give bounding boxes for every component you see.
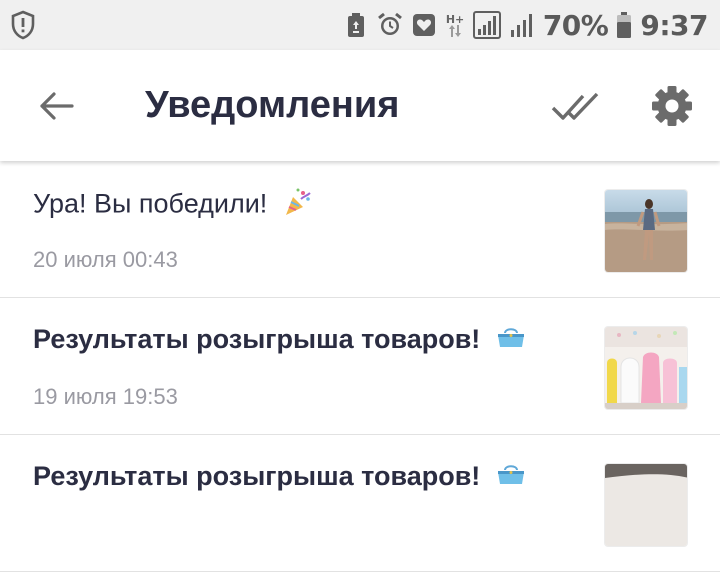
notification-list: Ура! Вы победили! 20 июля 00:43 Результа… [0,161,720,572]
battery-percent: 70% [542,8,609,42]
clock: 9:37 [640,8,708,42]
data-arrows-icon: H+ [445,12,465,38]
party-popper-icon [283,187,313,224]
signal-icon-2 [509,12,535,38]
page-title: Уведомления [145,84,400,126]
notification-time: 20 июля 00:43 [33,247,178,272]
battery-saver-icon [343,12,369,38]
notification-item[interactable]: Результаты розыгрыша товаров! 19 июля 19… [0,298,720,435]
notification-title-text: Результаты розыгрыша товаров! [33,324,481,354]
notification-title: Результаты розыгрыша товаров! [33,461,526,493]
notification-thumbnail [604,189,688,273]
network-type-label: H+ [445,12,465,26]
settings-button[interactable] [648,82,696,130]
purse-icon [496,462,526,493]
heart-app-icon [411,12,437,38]
shield-alert-icon [10,10,36,40]
notification-thumbnail [604,463,688,547]
back-button[interactable] [34,86,78,126]
notification-time: 19 июля 19:53 [33,384,178,409]
notification-title: Результаты розыгрыша товаров! [33,324,526,356]
double-check-icon [551,92,599,120]
alarm-icon [377,12,403,38]
notification-item[interactable]: Ура! Вы победили! 20 июля 00:43 [0,161,720,298]
notification-item[interactable]: Результаты розыгрыша товаров! [0,435,720,572]
signal-icon [472,11,501,39]
app-bar: Уведомления [0,50,720,161]
arrow-back-icon [40,92,74,120]
notification-thumbnail [604,326,688,410]
mark-all-read-button[interactable] [550,86,602,126]
battery-icon [616,12,632,38]
purse-icon [496,325,526,356]
notification-title-text: Результаты розыгрыша товаров! [33,461,481,491]
status-bar: H+ 70% 9:37 [0,0,720,50]
notification-title-text: Ура! Вы победили! [33,188,268,219]
gear-icon [652,86,692,126]
notification-title: Ура! Вы победили! [33,187,313,224]
